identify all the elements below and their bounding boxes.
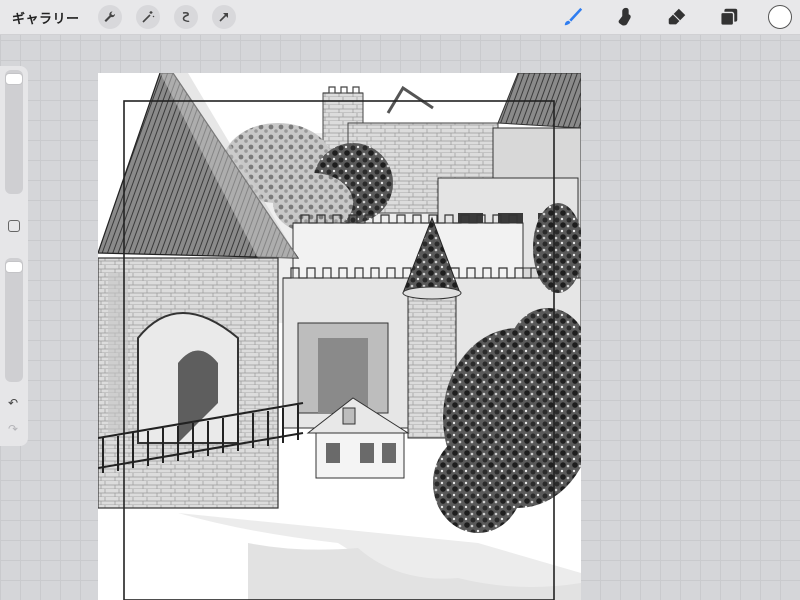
opacity-slider[interactable] <box>5 258 23 382</box>
top-toolbar: ギャラリー <box>0 0 800 35</box>
transform-arrow-icon <box>218 13 228 22</box>
redo-icon[interactable]: ↷ <box>8 422 18 436</box>
layers-tool[interactable] <box>716 4 742 30</box>
smudge-icon <box>618 7 631 26</box>
brush-icon <box>564 7 583 26</box>
modify-button[interactable] <box>8 220 20 232</box>
selection-button[interactable] <box>173 5 198 29</box>
eraser-tool[interactable] <box>664 4 690 30</box>
transform-button[interactable] <box>211 5 236 29</box>
gallery-button[interactable]: ギャラリー <box>12 8 80 27</box>
eraser-icon <box>668 8 686 25</box>
wrench-icon <box>104 11 115 22</box>
selection-icon <box>182 12 190 23</box>
smudge-tool[interactable] <box>612 4 638 30</box>
brush-size-knob[interactable] <box>5 73 23 85</box>
layers-icon <box>720 8 738 26</box>
adjustments-button[interactable] <box>135 5 160 29</box>
brush-tool[interactable] <box>560 4 586 30</box>
actions-button[interactable] <box>97 5 122 29</box>
brush-size-slider[interactable] <box>5 70 23 194</box>
sidebar: ↶ ↷ <box>0 66 28 446</box>
right-tool-group <box>560 0 800 34</box>
color-picker-swatch[interactable] <box>768 5 792 29</box>
castle-illustration <box>98 73 581 600</box>
drawing-canvas[interactable] <box>98 73 581 600</box>
undo-icon[interactable]: ↶ <box>8 396 18 410</box>
opacity-knob[interactable] <box>5 261 23 273</box>
magic-wand-icon <box>141 11 154 23</box>
